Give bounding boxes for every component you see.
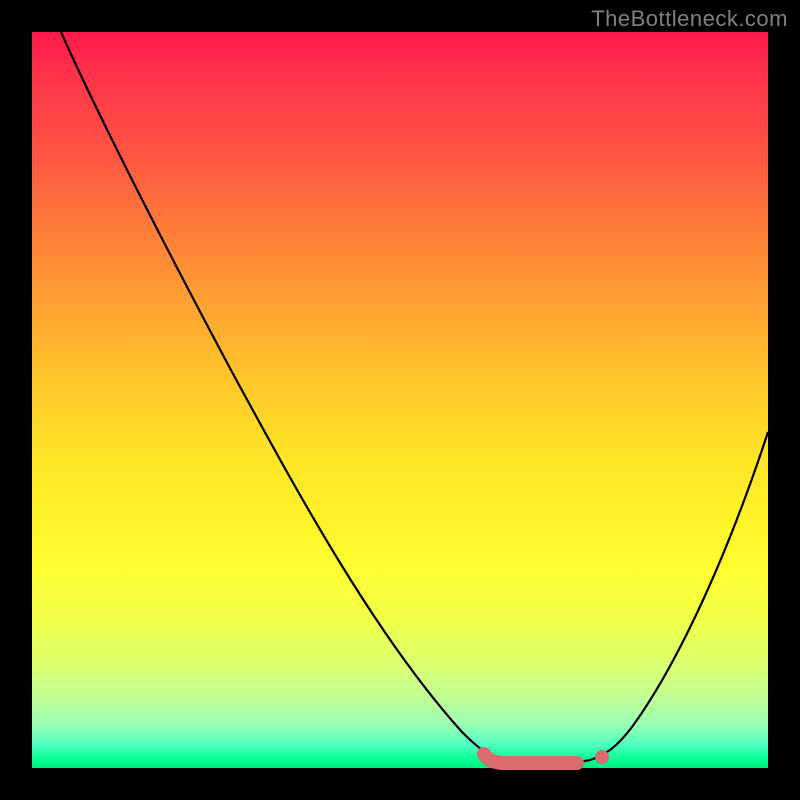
bottleneck-curve-path <box>61 32 768 763</box>
min-marker-dot <box>595 750 609 764</box>
chart-frame: TheBottleneck.com <box>0 0 800 800</box>
curve-layer <box>32 32 768 768</box>
plot-area <box>32 32 768 768</box>
watermark-text: TheBottleneck.com <box>591 6 788 32</box>
min-marker-segment <box>484 754 577 763</box>
